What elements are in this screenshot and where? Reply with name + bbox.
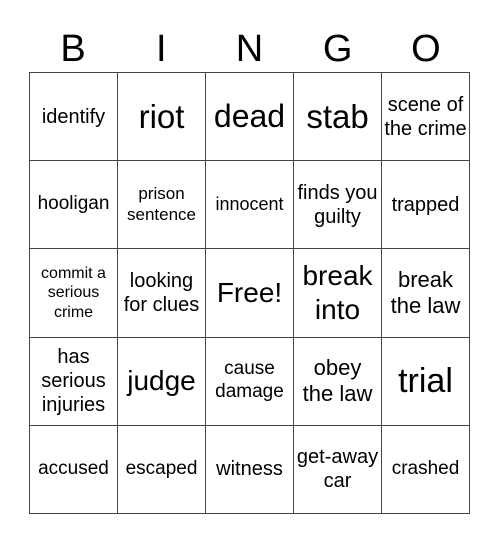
bingo-cell[interactable]: finds you guilty [294,161,382,250]
bingo-cell[interactable]: accused [30,425,118,514]
bingo-grid: identify riot dead stab scene of the cri… [29,72,470,514]
header-letter: G [322,28,353,70]
bingo-cell[interactable]: trial [382,337,470,426]
bingo-cell[interactable]: dead [206,73,294,162]
bingo-cell[interactable]: break the law [382,249,470,338]
bingo-cell[interactable]: prison sentence [118,161,206,250]
bingo-header: B I N G O [29,26,470,72]
bingo-cell[interactable]: break into [294,249,382,338]
header-letter: N [235,28,264,70]
bingo-cell[interactable]: hooligan [30,161,118,250]
bingo-cell[interactable]: obey the law [294,337,382,426]
bingo-cell[interactable]: get-away car [294,425,382,514]
bingo-cell[interactable]: judge [118,337,206,426]
bingo-cell[interactable]: looking for clues [118,249,206,338]
bingo-cell[interactable]: scene of the crime [382,73,470,162]
bingo-cell[interactable]: innocent [206,161,294,250]
bingo-cell[interactable]: escaped [118,425,206,514]
bingo-cell[interactable]: has serious injuries [30,337,118,426]
bingo-cell[interactable]: stab [294,73,382,162]
bingo-cell[interactable]: commit a serious crime [30,249,118,338]
bingo-cell[interactable]: riot [118,73,206,162]
header-letter: O [411,28,441,70]
header-letter: I [156,28,167,70]
bingo-cell[interactable]: identify [30,73,118,162]
bingo-cell[interactable]: witness [206,425,294,514]
bingo-cell[interactable]: trapped [382,161,470,250]
bingo-cell[interactable]: cause damage [206,337,294,426]
header-letter: B [60,28,86,70]
free-cell[interactable]: Free! [206,249,294,338]
bingo-cell[interactable]: crashed [382,425,470,514]
